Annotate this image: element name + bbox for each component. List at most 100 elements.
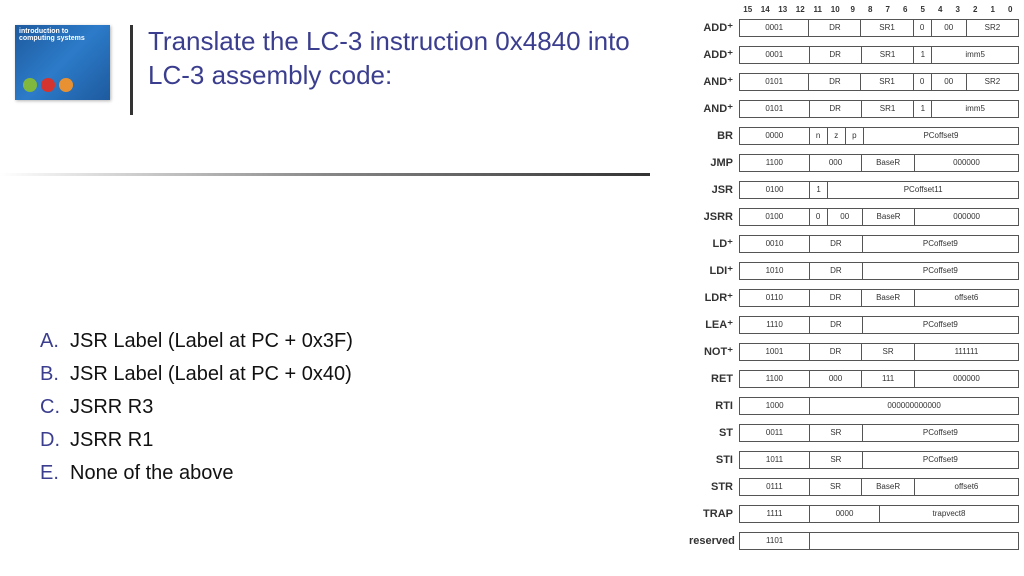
instruction-row: LDI⁺1010DRPCoffset9 (689, 257, 1024, 284)
field: 000 (809, 154, 863, 172)
field: 1010 (739, 262, 810, 280)
field: 0000 (809, 505, 880, 523)
instruction-fields: 1010DRPCoffset9 (739, 262, 1019, 280)
mnemonic: ADD⁺ (689, 48, 739, 61)
instruction-row: AND⁺0101DRSR1000SR2 (689, 68, 1024, 95)
field: PCoffset9 (862, 316, 1019, 334)
title-divider (130, 25, 133, 115)
instruction-row: STR0111SRBaseRoffset6 (689, 473, 1024, 500)
bit-label: 14 (757, 5, 775, 14)
mnemonic: JMP (689, 157, 739, 169)
field: 1 (913, 100, 932, 118)
instruction-row: ADD⁺0001DRSR1000SR2 (689, 14, 1024, 41)
field: imm5 (931, 46, 1019, 64)
field: SR (809, 451, 863, 469)
instruction-row: ADD⁺0001DRSR11imm5 (689, 41, 1024, 68)
field: SR2 (966, 73, 1019, 91)
bit-label: 10 (827, 5, 845, 14)
answer-text: JSR Label (Label at PC + 0x40) (70, 358, 352, 391)
instruction-row: LEA⁺1110DRPCoffset9 (689, 311, 1024, 338)
field: 0010 (739, 235, 810, 253)
field: DR (809, 262, 863, 280)
field: PCoffset9 (862, 262, 1019, 280)
isa-reference-table: 1514131211109876543210 ADD⁺0001DRSR1000S… (689, 0, 1024, 554)
instruction-row: JSRR0100000BaseR000000 (689, 203, 1024, 230)
field: 000000 (914, 208, 1019, 226)
bit-label: 15 (739, 5, 757, 14)
book-title-line1: introduction to (19, 28, 68, 35)
answer-option: B.JSR Label (Label at PC + 0x40) (40, 358, 353, 391)
field: 000 (809, 370, 863, 388)
answer-letter: B. (40, 358, 70, 391)
field: SR2 (966, 19, 1019, 37)
answer-text: JSR Label (Label at PC + 0x3F) (70, 325, 353, 358)
answer-text: JSRR R1 (70, 424, 153, 457)
field: 0001 (739, 19, 809, 37)
instruction-row: LDR⁺0110DRBaseRoffset6 (689, 284, 1024, 311)
answer-letter: D. (40, 424, 70, 457)
instruction-row: BR0000nzpPCoffset9 (689, 122, 1024, 149)
instruction-fields: 0001DRSR11imm5 (739, 46, 1019, 64)
instruction-row: JMP1100000BaseR000000 (689, 149, 1024, 176)
horizontal-rule (0, 173, 650, 176)
field: DR (808, 73, 861, 91)
field: DR (809, 46, 862, 64)
bit-label: 7 (879, 5, 897, 14)
instruction-row: LD⁺0010DRPCoffset9 (689, 230, 1024, 257)
instruction-fields: 0000nzpPCoffset9 (739, 127, 1019, 145)
mnemonic: LDI⁺ (689, 264, 739, 277)
field: n (809, 127, 828, 145)
book-cover-dots (23, 78, 73, 92)
field: 00 (931, 73, 967, 91)
instruction-fields: 1100000111000000 (739, 370, 1019, 388)
mnemonic: RET (689, 373, 739, 385)
field: 0001 (739, 46, 810, 64)
field: PCoffset9 (862, 424, 1019, 442)
field: SR1 (861, 46, 914, 64)
mnemonic: JSRR (689, 211, 739, 223)
field: 1101 (739, 532, 810, 550)
mnemonic: AND⁺ (689, 102, 739, 115)
mnemonic: NOT⁺ (689, 345, 739, 358)
field: PCoffset9 (863, 127, 1019, 145)
bit-label: 0 (1002, 5, 1020, 14)
instruction-fields: 01001PCoffset11 (739, 181, 1019, 199)
instruction-row: RET1100000111000000 (689, 365, 1024, 392)
answer-letter: C. (40, 391, 70, 424)
instruction-fields: 1000000000000000 (739, 397, 1019, 415)
mnemonic: LDR⁺ (689, 291, 739, 304)
field: p (845, 127, 864, 145)
answer-text: JSRR R3 (70, 391, 153, 424)
bit-label: 5 (914, 5, 932, 14)
field: SR (861, 343, 915, 361)
field: 0100 (739, 181, 810, 199)
mnemonic: ST (689, 427, 739, 439)
field: BaseR (861, 289, 915, 307)
instruction-fields: 1001DRSR111111 (739, 343, 1019, 361)
bit-label: 8 (862, 5, 880, 14)
field: SR1 (861, 100, 914, 118)
field: SR (809, 478, 863, 496)
field: z (827, 127, 846, 145)
field: 0101 (739, 73, 809, 91)
field: 1100 (739, 154, 810, 172)
bit-label: 2 (967, 5, 985, 14)
answer-letter: E. (40, 457, 70, 490)
field: trapvect8 (879, 505, 1019, 523)
instruction-row: JSR01001PCoffset11 (689, 176, 1024, 203)
field: DR (809, 100, 862, 118)
instruction-row: AND⁺0101DRSR11imm5 (689, 95, 1024, 122)
field: DR (809, 235, 863, 253)
field: BaseR (862, 208, 915, 226)
book-title-line2: computing systems (19, 35, 85, 42)
instruction-row: TRAP11110000trapvect8 (689, 500, 1024, 527)
field: 1011 (739, 451, 810, 469)
field: SR1 (860, 19, 913, 37)
field: 000000 (914, 370, 1019, 388)
field: 1 (913, 46, 932, 64)
field: 0 (809, 208, 828, 226)
mnemonic: LD⁺ (689, 237, 739, 250)
mnemonic: TRAP (689, 508, 739, 520)
field: 1110 (739, 316, 810, 334)
instruction-fields: 0001DRSR1000SR2 (739, 19, 1019, 37)
